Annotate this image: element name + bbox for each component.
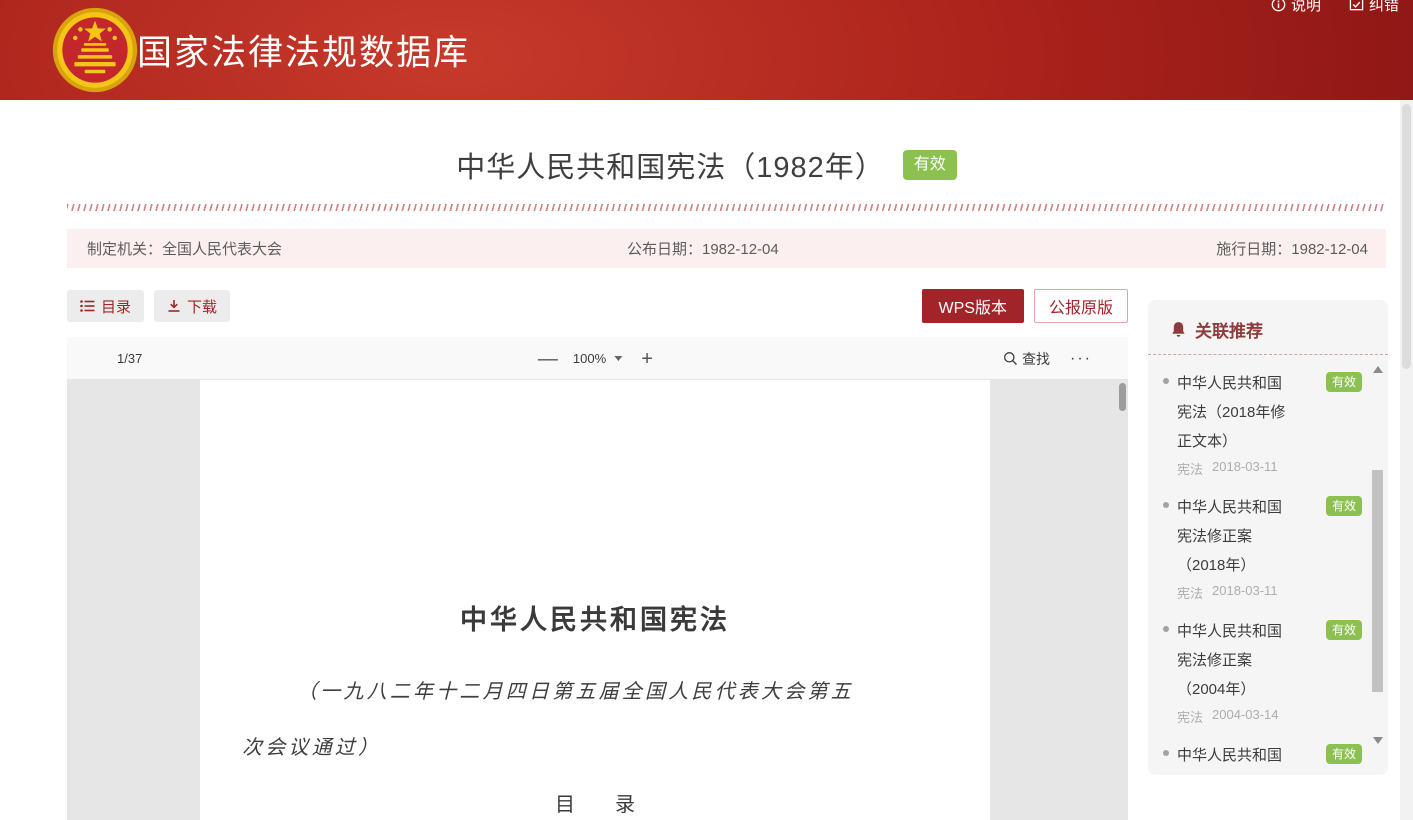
- right-action-buttons: WPS版本 公报原版: [922, 289, 1128, 323]
- related-item-meta: 宪法 2004-03-14: [1177, 707, 1362, 726]
- zoom-level-dropdown[interactable]: 100%: [573, 351, 622, 366]
- toc-button-label: 目录: [101, 296, 131, 317]
- bullet-icon: [1163, 378, 1169, 384]
- related-header: 关联推荐: [1148, 300, 1388, 354]
- toc-heading: 目 录: [200, 788, 990, 817]
- search-icon: [1003, 351, 1018, 366]
- zoom-in-button[interactable]: +: [636, 344, 658, 374]
- zoom-level-value: 100%: [573, 351, 606, 366]
- related-item-category: 宪法: [1177, 459, 1203, 478]
- related-item[interactable]: 中华人民共和国宪法（2018年修正文本） 有效 宪法 2018-03-11: [1162, 369, 1362, 478]
- document-meta-bar: 制定机关：全国人民代表大会 公布日期：1982-12-04 施行日期：1982-…: [67, 229, 1386, 268]
- window-scrollbar-thumb[interactable]: [1402, 104, 1411, 369]
- related-item-status-badge: 有效: [1326, 620, 1362, 640]
- find-button[interactable]: 查找: [1003, 349, 1050, 369]
- bullet-icon: [1163, 626, 1169, 632]
- related-sidebar: 关联推荐 中华人民共和国宪法（2018年修正文本） 有效 宪法 2018-03-…: [1148, 300, 1388, 775]
- pdf-scrollbar-thumb[interactable]: [1119, 383, 1126, 411]
- related-item-status-badge: 有效: [1326, 372, 1362, 392]
- hatched-divider: [67, 204, 1386, 211]
- related-item[interactable]: 中华人民共和国宪法修正案（2018年） 有效 宪法 2018-03-11: [1162, 493, 1362, 602]
- toc-button[interactable]: 目录: [67, 290, 144, 322]
- bullet-icon: [1163, 750, 1169, 756]
- wps-version-button[interactable]: WPS版本: [922, 289, 1024, 323]
- bullet-icon: [1163, 502, 1169, 508]
- related-item-title: 中华人民共和国宪法修正案（2018年）: [1177, 493, 1289, 580]
- related-item-date: 2018-03-11: [1212, 459, 1278, 478]
- related-title: 关联推荐: [1195, 317, 1263, 342]
- find-button-label: 查找: [1022, 349, 1050, 369]
- info-icon: [1271, 0, 1286, 12]
- error-correction-link[interactable]: 纠错: [1349, 0, 1399, 15]
- left-action-buttons: 目录 下载: [67, 290, 230, 322]
- scroll-up-arrow-icon[interactable]: [1373, 366, 1383, 373]
- pdf-toolbar: 1/37 — 100% + 查找 ···: [67, 337, 1128, 380]
- zoom-controls: — 100% +: [537, 337, 658, 380]
- find-controls: 查找 ···: [1003, 337, 1092, 380]
- constitution-title: 中华人民共和国宪法: [200, 598, 990, 637]
- scroll-down-arrow-icon[interactable]: [1373, 737, 1383, 744]
- national-emblem-icon: [52, 7, 138, 93]
- adoption-note-line1: （一九八二年十二月四日第五届全国人民代表大会第五: [297, 675, 854, 704]
- related-item-title: 中华人民共和国宪法修正案: [1177, 741, 1289, 775]
- download-button[interactable]: 下载: [154, 290, 230, 322]
- edit-check-icon: [1349, 0, 1364, 12]
- related-item[interactable]: 中华人民共和国宪法修正案 有效: [1162, 741, 1362, 775]
- download-button-label: 下载: [187, 296, 217, 317]
- chevron-down-icon: [614, 356, 622, 361]
- error-correction-label: 纠错: [1369, 0, 1399, 15]
- related-item-title: 中华人民共和国宪法修正案（2004年）: [1177, 617, 1289, 704]
- sidebar-scrollbar: [1371, 362, 1385, 762]
- gazette-original-button[interactable]: 公报原版: [1034, 289, 1128, 323]
- related-list: 中华人民共和国宪法（2018年修正文本） 有效 宪法 2018-03-11 中华…: [1148, 355, 1388, 775]
- related-item[interactable]: 中华人民共和国宪法修正案（2004年） 有效 宪法 2004-03-14: [1162, 617, 1362, 726]
- site-title: 国家法律法规数据库: [137, 25, 470, 76]
- help-link-label: 说明: [1291, 0, 1321, 15]
- issuing-authority: 制定机关：全国人民代表大会: [67, 238, 627, 259]
- pdf-page: 中华人民共和国宪法 （一九八二年十二月四日第五届全国人民代表大会第五 次会议通过…: [200, 380, 990, 820]
- document-title: 中华人民共和国宪法（1982年）: [456, 144, 885, 186]
- related-item-title: 中华人民共和国宪法（2018年修正文本）: [1177, 369, 1289, 456]
- list-icon: [80, 300, 95, 312]
- bell-icon: [1170, 321, 1187, 338]
- page-body: 中华人民共和国宪法（1982年） 有效 制定机关：全国人民代表大会 公布日期：1…: [0, 100, 1413, 820]
- related-item-date: 2004-03-14: [1212, 707, 1279, 726]
- help-link[interactable]: 说明: [1271, 0, 1321, 15]
- app-header: 国家法律法规数据库 说明 纠错: [0, 0, 1413, 100]
- publish-date: 公布日期：1982-12-04: [627, 238, 1047, 259]
- related-item-category: 宪法: [1177, 583, 1203, 602]
- related-item-meta: 宪法 2018-03-11: [1177, 459, 1362, 478]
- zoom-out-button[interactable]: —: [537, 344, 559, 374]
- page-indicator: 1/37: [117, 337, 142, 380]
- more-options-button[interactable]: ···: [1070, 350, 1092, 368]
- download-icon: [167, 299, 181, 313]
- sidebar-scrollbar-thumb[interactable]: [1372, 470, 1383, 692]
- window-scrollbar[interactable]: [1400, 100, 1413, 820]
- pdf-viewer: 1/37 — 100% + 查找 ···: [67, 337, 1128, 820]
- header-links: 说明 纠错: [1271, 0, 1399, 15]
- related-item-date: 2018-03-11: [1212, 583, 1278, 602]
- effective-date: 施行日期：1982-12-04: [1216, 238, 1386, 259]
- related-item-status-badge: 有效: [1326, 496, 1362, 516]
- status-badge: 有效: [903, 150, 957, 181]
- adoption-note-line2: 次会议通过）: [242, 731, 381, 760]
- document-title-row: 中华人民共和国宪法（1982年） 有效: [0, 144, 1413, 186]
- related-item-meta: 宪法 2018-03-11: [1177, 583, 1362, 602]
- related-item-category: 宪法: [1177, 707, 1203, 726]
- related-item-status-badge: 有效: [1326, 744, 1362, 764]
